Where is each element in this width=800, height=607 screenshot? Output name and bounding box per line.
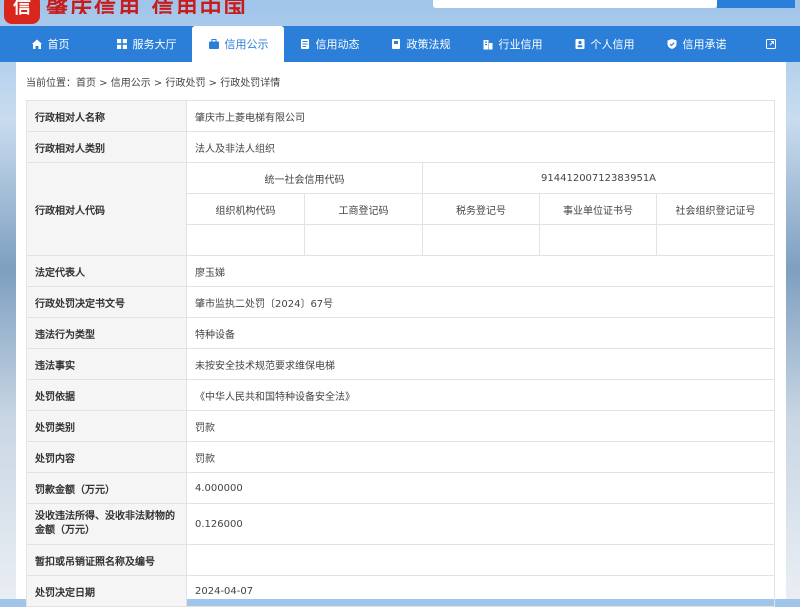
nav-label: 信用承诺 — [682, 38, 727, 51]
row-label: 行政相对人类别 — [26, 131, 187, 163]
table-row: 违法行为类型 特种设备 — [26, 317, 776, 349]
row-value: 2024-04-07 — [185, 575, 776, 607]
nav-item-credit-publicity[interactable]: 信用公示 — [192, 26, 284, 62]
row-value: 0.126000 — [185, 503, 776, 545]
uscc-label: 统一社会信用代码 — [186, 162, 423, 194]
row-label: 违法事实 — [26, 348, 187, 380]
breadcrumb-home[interactable]: 首页 — [76, 78, 96, 89]
row-value: 罚款 — [185, 410, 776, 442]
table-row: 行政相对人类别 法人及非法人组织 — [26, 131, 776, 163]
nav-item-credit-commitment[interactable]: 信用承诺 — [650, 26, 742, 62]
briefcase-icon — [208, 38, 220, 50]
sub-header-social-org-cert: 社会组织登记证号 — [655, 193, 776, 225]
sub-value — [539, 224, 657, 256]
row-value — [185, 544, 776, 576]
sub-header-institution-cert: 事业单位证书号 — [539, 193, 657, 225]
grid-icon — [116, 38, 128, 50]
row-value: 法人及非法人组织 — [185, 131, 776, 163]
row-label: 行政相对人代码 — [26, 162, 187, 256]
penalty-detail-table: 行政相对人名称 肇庆市上菱电梯有限公司 行政相对人类别 法人及非法人组织 行政相… — [26, 100, 776, 607]
row-label: 处罚内容 — [26, 441, 187, 473]
table-row: 没收违法所得、没收非法财物的金额（万元） 0.126000 — [26, 503, 776, 545]
breadcrumb-prefix: 当前位置： — [26, 78, 76, 89]
table-row: 行政处罚决定书文号 肇市监执二处罚〔2024〕67号 — [26, 286, 776, 318]
row-label: 暂扣或吊销证照名称及编号 — [26, 544, 187, 576]
nav-label: 行业信用 — [498, 38, 543, 51]
row-label: 罚款金额（万元） — [26, 472, 187, 504]
nav-label: 服务大厅 — [132, 38, 177, 51]
nav-item-credit-news[interactable]: 信用动态 — [284, 26, 374, 62]
table-row: 处罚类别 罚款 — [26, 410, 776, 442]
breadcrumb: 当前位置：首页 > 信用公示 > 行政处罚 > 行政处罚详情 — [26, 74, 280, 89]
table-row: 法定代表人 廖玉娣 — [26, 255, 776, 287]
home-icon — [31, 38, 43, 50]
row-value: 《中华人民共和国特种设备安全法》 — [185, 379, 776, 411]
nav-label: 首页 — [47, 38, 70, 51]
nav-label: 信用公示 — [224, 38, 269, 51]
sub-value — [304, 224, 423, 256]
search-input[interactable] — [433, 0, 717, 8]
nav-item-policy[interactable]: 政策法规 — [374, 26, 466, 62]
table-row: 处罚内容 罚款 — [26, 441, 776, 473]
sub-header-tax-reg: 税务登记号 — [422, 193, 540, 225]
row-value: 罚款 — [185, 441, 776, 473]
site-logo[interactable]: 信 — [4, 0, 40, 24]
id-card-icon — [574, 38, 586, 50]
sub-header-org-code: 组织机构代码 — [186, 193, 305, 225]
sub-header-business-reg: 工商登记码 — [304, 193, 423, 225]
sub-value — [422, 224, 540, 256]
row-label: 行政相对人名称 — [26, 100, 187, 132]
building-icon — [482, 38, 494, 50]
breadcrumb-separator: > — [96, 78, 111, 89]
nav-expand-button[interactable] — [742, 26, 800, 62]
row-label: 处罚依据 — [26, 379, 187, 411]
row-label: 没收违法所得、没收非法财物的金额（万元） — [26, 503, 187, 545]
row-value: 未按安全技术规范要求维保电梯 — [185, 348, 776, 380]
table-row: 处罚决定日期 2024-04-07 — [26, 575, 776, 607]
main-nav: 首页 服务大厅 信用公示 信用动态 政策法规 行业信用 个人信用 信用承诺 — [0, 26, 800, 62]
row-label: 处罚决定日期 — [26, 575, 187, 607]
content-panel: 当前位置：首页 > 信用公示 > 行政处罚 > 行政处罚详情 行政相对人名称 肇… — [16, 62, 786, 607]
book-icon — [390, 38, 402, 50]
row-label: 法定代表人 — [26, 255, 187, 287]
table-row: 罚款金额（万元） 4.000000 — [26, 472, 776, 504]
uscc-value: 91441200712383951A — [421, 162, 776, 194]
site-banner: 信 肇庆信用 信用中国 — [0, 0, 800, 28]
document-icon — [299, 38, 311, 50]
breadcrumb-separator: > — [205, 78, 221, 89]
row-label: 处罚类别 — [26, 410, 187, 442]
nav-label: 政策法规 — [406, 38, 451, 51]
nav-item-home[interactable]: 首页 — [0, 26, 100, 62]
shield-icon — [666, 38, 678, 50]
row-label: 违法行为类型 — [26, 317, 187, 349]
table-row: 行政相对人代码 统一社会信用代码 91441200712383951A — [26, 162, 776, 256]
search-button[interactable] — [717, 0, 795, 8]
site-title: 肇庆信用 信用中国 — [46, 0, 248, 14]
nav-item-personal-credit[interactable]: 个人信用 — [558, 26, 650, 62]
table-row: 违法事实 未按安全技术规范要求维保电梯 — [26, 348, 776, 380]
nav-item-service-hall[interactable]: 服务大厅 — [100, 26, 192, 62]
external-link-icon — [765, 38, 777, 50]
row-label: 行政处罚决定书文号 — [26, 286, 187, 318]
row-value: 肇庆市上菱电梯有限公司 — [185, 100, 776, 132]
table-row: 行政相对人名称 肇庆市上菱电梯有限公司 — [26, 100, 776, 132]
table-row: 处罚依据 《中华人民共和国特种设备安全法》 — [26, 379, 776, 411]
row-value: 特种设备 — [185, 317, 776, 349]
nav-label: 个人信用 — [590, 38, 635, 51]
row-value: 肇市监执二处罚〔2024〕67号 — [185, 286, 776, 318]
nav-item-industry-credit[interactable]: 行业信用 — [466, 26, 558, 62]
breadcrumb-separator: > — [150, 78, 166, 89]
row-value: 4.000000 — [185, 472, 776, 504]
breadcrumb-admin-penalty[interactable]: 行政处罚 — [166, 78, 206, 89]
row-value: 廖玉娣 — [185, 255, 776, 287]
breadcrumb-credit-publicity[interactable]: 信用公示 — [111, 78, 151, 89]
sub-value — [655, 224, 776, 256]
table-row: 暂扣或吊销证照名称及编号 — [26, 544, 776, 576]
nav-label: 信用动态 — [315, 38, 360, 51]
breadcrumb-current: 行政处罚详情 — [220, 78, 281, 89]
sub-value — [186, 224, 305, 256]
